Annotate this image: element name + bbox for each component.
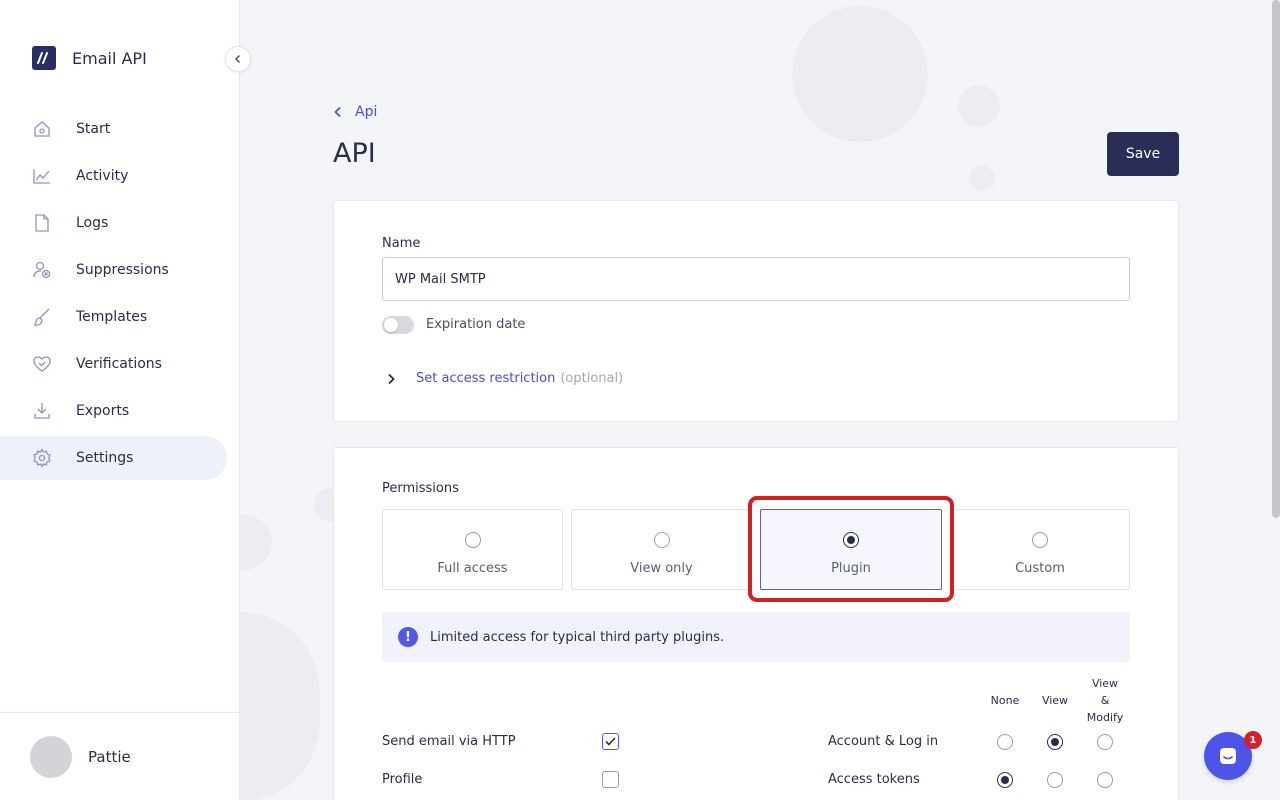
- permission-option-custom[interactable]: Custom: [950, 509, 1130, 590]
- send-email-http-checkbox[interactable]: [602, 733, 619, 750]
- background-decoration: [240, 515, 272, 570]
- radio: [464, 532, 481, 548]
- expiration-label: Expiration date: [426, 317, 526, 332]
- scrollbar[interactable]: [1272, 0, 1280, 518]
- access-restriction-toggle[interactable]: Set access restriction (optional): [386, 371, 623, 386]
- permission-option-label: View only: [630, 561, 693, 576]
- chevron-left-icon: [234, 54, 241, 64]
- access-tokens-view-radio[interactable]: [1047, 772, 1063, 788]
- check-icon: [605, 737, 616, 746]
- sidebar-item-label: Templates: [76, 309, 148, 325]
- permission-option-view-only[interactable]: View only: [571, 509, 752, 590]
- home-icon: [32, 119, 52, 139]
- chevron-right-icon: [388, 373, 395, 384]
- access-restriction-link[interactable]: Set access restriction: [416, 371, 555, 386]
- sidebar-item-label: Verifications: [76, 356, 162, 372]
- name-input[interactable]: [382, 257, 1130, 301]
- api-details-card: Name Expiration date Set access restrict…: [333, 200, 1179, 422]
- sidebar-item-logs[interactable]: Logs: [0, 201, 227, 245]
- sidebar-item-label: Activity: [76, 168, 129, 184]
- permission-option-label: Full access: [437, 561, 508, 576]
- access-tokens-none-radio[interactable]: [997, 772, 1013, 788]
- download-icon: [32, 401, 52, 421]
- gear-icon: [32, 448, 52, 468]
- permission-option-full-access[interactable]: Full access: [382, 509, 563, 590]
- account-login-none-radio[interactable]: [997, 734, 1013, 750]
- permission-row-label: Account & Log in: [828, 734, 939, 749]
- sidebar-item-suppressions[interactable]: Suppressions: [0, 248, 227, 292]
- sidebar: Email API Start Activity Logs Suppressio…: [0, 0, 240, 800]
- column-header-view: View: [1041, 694, 1069, 707]
- expiration-toggle[interactable]: [382, 316, 414, 334]
- permission-row-label: Send email via HTTP: [382, 734, 516, 749]
- sidebar-item-templates[interactable]: Templates: [0, 295, 227, 339]
- sidebar-item-label: Exports: [76, 403, 130, 419]
- user-profile[interactable]: Pattie: [0, 712, 240, 800]
- sidebar-item-label: Start: [76, 121, 111, 137]
- permission-option-label: Plugin: [831, 561, 871, 576]
- background-decoration: [958, 85, 1000, 127]
- permission-info-banner: ! Limited access for typical third party…: [382, 612, 1130, 662]
- optional-hint: (optional): [560, 371, 624, 386]
- permission-option-plugin[interactable]: Plugin: [760, 509, 942, 590]
- permission-row-label: Profile: [382, 772, 423, 787]
- collapse-sidebar-button[interactable]: [225, 46, 251, 72]
- sidebar-item-exports[interactable]: Exports: [0, 389, 227, 433]
- account-login-modify-radio[interactable]: [1097, 734, 1113, 750]
- user-name: Pattie: [88, 747, 131, 766]
- sidebar-item-activity[interactable]: Activity: [0, 154, 227, 198]
- info-icon: !: [398, 627, 418, 647]
- column-header-line: Modify: [1086, 711, 1124, 724]
- column-header-line: &: [1100, 694, 1110, 707]
- permission-option-label: Custom: [1015, 561, 1065, 576]
- notification-badge: 1: [1244, 731, 1262, 749]
- radio: [653, 532, 670, 548]
- user-block-icon: [32, 260, 52, 280]
- breadcrumb[interactable]: Api: [333, 104, 377, 120]
- sidebar-item-settings[interactable]: Settings: [0, 436, 227, 480]
- chevron-left-icon: [334, 106, 341, 118]
- sidebar-item-start[interactable]: Start: [0, 107, 227, 151]
- account-login-view-radio[interactable]: [1047, 734, 1063, 750]
- permission-row-label: Access tokens: [828, 772, 920, 787]
- breadcrumb-label: Api: [355, 104, 378, 120]
- avatar: [30, 735, 72, 778]
- background-decoration: [240, 612, 320, 800]
- column-header-view-modify: View & Modify: [1080, 675, 1130, 726]
- permissions-card: Permissions Full access View only Plugin…: [333, 447, 1179, 800]
- background-decoration: [969, 165, 995, 191]
- sidebar-item-label: Suppressions: [76, 262, 169, 278]
- radio-selected: [843, 532, 859, 548]
- logo-icon: [32, 46, 56, 70]
- profile-checkbox[interactable]: [602, 771, 619, 788]
- brush-icon: [32, 307, 52, 327]
- heart-check-icon: [32, 354, 52, 374]
- sidebar-nav: Start Activity Logs Suppressions Templat…: [0, 107, 240, 483]
- save-button[interactable]: Save: [1107, 132, 1179, 176]
- page-title: API: [333, 138, 376, 169]
- column-header-none: None: [990, 694, 1020, 707]
- sidebar-item-label: Settings: [76, 450, 134, 466]
- chat-icon: [1220, 748, 1236, 764]
- app-name: Email API: [72, 48, 147, 68]
- name-label: Name: [382, 236, 421, 251]
- sidebar-item-label: Logs: [76, 215, 109, 231]
- radio: [1032, 532, 1048, 548]
- brand[interactable]: Email API: [32, 46, 147, 70]
- file-icon: [32, 213, 52, 233]
- column-header-line: View: [1091, 677, 1119, 690]
- access-tokens-modify-radio[interactable]: [1097, 772, 1113, 788]
- info-text: Limited access for typical third party p…: [430, 629, 725, 645]
- background-decoration: [792, 6, 928, 142]
- sidebar-item-verifications[interactable]: Verifications: [0, 342, 227, 386]
- chart-icon: [32, 166, 52, 186]
- permissions-label: Permissions: [382, 481, 459, 496]
